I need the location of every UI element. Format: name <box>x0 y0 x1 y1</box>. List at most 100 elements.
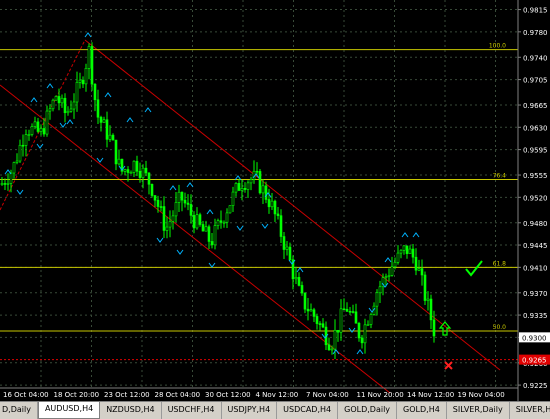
candle-body <box>414 256 418 271</box>
candle <box>174 191 178 223</box>
candle <box>354 303 358 324</box>
candle-body <box>294 277 298 280</box>
candle <box>297 272 301 287</box>
candle-body <box>24 134 28 146</box>
candle <box>129 170 133 174</box>
candle-body <box>36 121 40 132</box>
tab-d-daily[interactable]: D,Daily <box>0 402 38 419</box>
price-tick-label: 0.9740 <box>523 54 548 62</box>
candle <box>120 158 124 175</box>
candle <box>36 118 40 134</box>
candlesticks <box>0 42 436 360</box>
price-tick-label: 0.9480 <box>523 220 548 228</box>
fractal-up-arrow-icon <box>46 83 54 89</box>
price-tick-label: 0.9780 <box>523 29 548 37</box>
chart-tab-bar: D,Daily AUDUSD,H4 NZDUSD,H4 USDCHF,H4 USDJPY… <box>0 401 550 419</box>
candle <box>243 182 247 193</box>
candle-body <box>303 292 307 310</box>
candle <box>429 294 433 329</box>
candle-body <box>144 167 148 174</box>
candle-body <box>261 185 265 194</box>
candle <box>66 106 70 116</box>
fractal-down-arrow-icon <box>36 143 44 149</box>
price-tick-label: 0.9445 <box>523 242 548 250</box>
candle <box>339 299 343 341</box>
candle <box>369 312 373 329</box>
tab-silver-daily[interactable]: SILVER,Daily <box>447 402 510 419</box>
candle-body <box>351 311 355 313</box>
candle-body <box>141 167 145 178</box>
candle <box>132 160 136 178</box>
fractal-down-arrow-icon <box>59 122 67 128</box>
candle <box>273 199 277 223</box>
candle-body <box>204 226 208 232</box>
candle-body <box>105 119 109 140</box>
candle <box>228 205 232 214</box>
candle-body <box>114 139 118 165</box>
price-tick-label: 0.9335 <box>523 312 548 320</box>
tab-usdchf-h4[interactable]: USDCHF,H4 <box>162 402 222 419</box>
candle <box>375 289 379 316</box>
candle-body <box>327 344 331 351</box>
candle-body <box>33 121 37 127</box>
candle-body <box>405 245 409 254</box>
regression-channel <box>0 39 501 394</box>
candle-body <box>267 199 271 208</box>
candle <box>3 178 7 190</box>
candle-body <box>387 275 391 277</box>
candle <box>306 297 310 321</box>
candle-body <box>39 128 43 132</box>
check-mark-icon <box>465 260 483 277</box>
time-tick-label: 30 Oct 12:00 <box>205 391 251 399</box>
candle-body <box>342 308 346 311</box>
fractal-up-arrow-icon <box>332 349 340 355</box>
fractal-down-arrow-icon <box>208 262 216 268</box>
candle <box>0 177 4 186</box>
candle <box>39 124 43 136</box>
candle <box>291 255 295 290</box>
candle <box>219 210 223 229</box>
candle-body <box>375 292 379 307</box>
candle <box>24 129 28 157</box>
candle <box>366 320 370 326</box>
tab-usdjpy-h4[interactable]: USDJPY,H4 <box>222 402 278 419</box>
fractal-up-arrow-icon <box>206 209 214 215</box>
candle <box>213 218 217 250</box>
candle <box>75 71 79 112</box>
candle-body <box>420 268 424 276</box>
candle <box>102 116 106 123</box>
tab-audusd-h4[interactable]: AUDUSD,H4 <box>37 402 101 419</box>
candle <box>111 133 115 141</box>
candle-body <box>240 188 244 191</box>
candle-body <box>417 268 421 271</box>
tab-gold-daily[interactable]: GOLD,Daily <box>338 402 398 419</box>
price-axis: 0.9815 0.9780 0.9740 0.9705 0.9665 0.9630 0.95… <box>517 0 550 401</box>
tab-silver-h4[interactable]: SILVER,H4 <box>510 402 550 419</box>
fractal-down-arrow-icon <box>156 237 164 243</box>
time-tick-label: 16 Oct 04:00 <box>3 391 49 399</box>
time-tick-label: 23 Oct 12:00 <box>104 391 150 399</box>
candle-body <box>72 101 76 110</box>
candle <box>390 256 394 277</box>
candle-body <box>390 266 394 276</box>
candle-body <box>159 206 163 208</box>
tab-nzdusd-h4[interactable]: NZDUSD,H4 <box>100 402 162 419</box>
price-tick-label: 0.9595 <box>523 147 548 155</box>
candle-body <box>309 309 313 312</box>
tab-usdcad-h4[interactable]: USDCAD,H4 <box>277 402 339 419</box>
price-chart[interactable]: 100.0 76.4 61.8 50.0 0.9815 0.9780 0.9740 0.97… <box>0 0 550 401</box>
candle-body <box>51 99 55 110</box>
candle <box>78 72 82 89</box>
tab-gold-h4[interactable]: GOLD,H4 <box>397 402 447 419</box>
candle <box>234 182 238 197</box>
candle-body <box>183 199 187 204</box>
candle-body <box>57 96 61 104</box>
candle <box>87 43 91 80</box>
candle <box>153 195 157 208</box>
price-tick-label: 0.9225 <box>523 382 548 390</box>
candle-body <box>234 183 238 193</box>
candle-body <box>378 286 382 294</box>
candle-body <box>366 324 370 326</box>
candle-body <box>222 221 226 224</box>
candle-body <box>129 172 133 174</box>
